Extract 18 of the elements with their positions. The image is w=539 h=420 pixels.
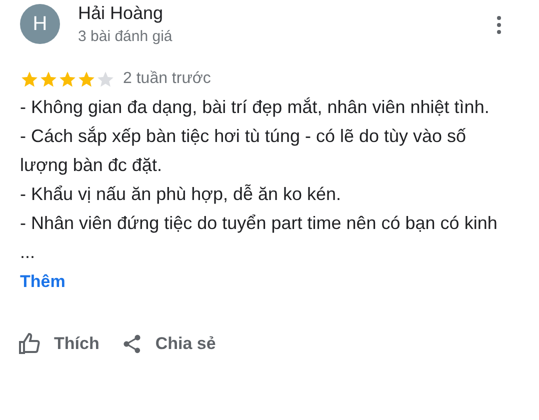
review-time: 2 tuần trước bbox=[123, 69, 211, 89]
review-text: - Khẩu vị nấu ăn phù hợp, dễ ăn ko kén. bbox=[20, 183, 342, 206]
star-icon bbox=[58, 70, 77, 88]
thumbs-up-icon bbox=[18, 332, 42, 356]
reviewer-name[interactable]: Hải Hoàng bbox=[78, 2, 172, 24]
more-options-icon[interactable] bbox=[495, 14, 503, 36]
review-text: - Không gian đa dạng, bài trí đẹp mắt, nhân viên nhiệt tình. bbox=[20, 96, 490, 119]
review-count: 3 bài đánh giá bbox=[78, 27, 172, 47]
more-link[interactable]: Thêm bbox=[20, 267, 66, 296]
star-icon bbox=[20, 70, 39, 88]
share-button[interactable]: Chia sẻ bbox=[121, 331, 216, 356]
avatar: H bbox=[20, 4, 60, 44]
star-icon bbox=[39, 70, 58, 88]
star-icon bbox=[77, 70, 96, 88]
review-text: - Cách sắp xếp bàn tiệc hơi tù túng - có lẽ do tùy vào số lượng bàn đc đặt. bbox=[20, 125, 468, 177]
review-text: - Nhân viên đứng tiệc do tuyển part time nên có bạn có kinh ... bbox=[20, 212, 498, 264]
star-icon bbox=[96, 70, 115, 88]
like-button[interactable]: Thích bbox=[18, 331, 100, 356]
